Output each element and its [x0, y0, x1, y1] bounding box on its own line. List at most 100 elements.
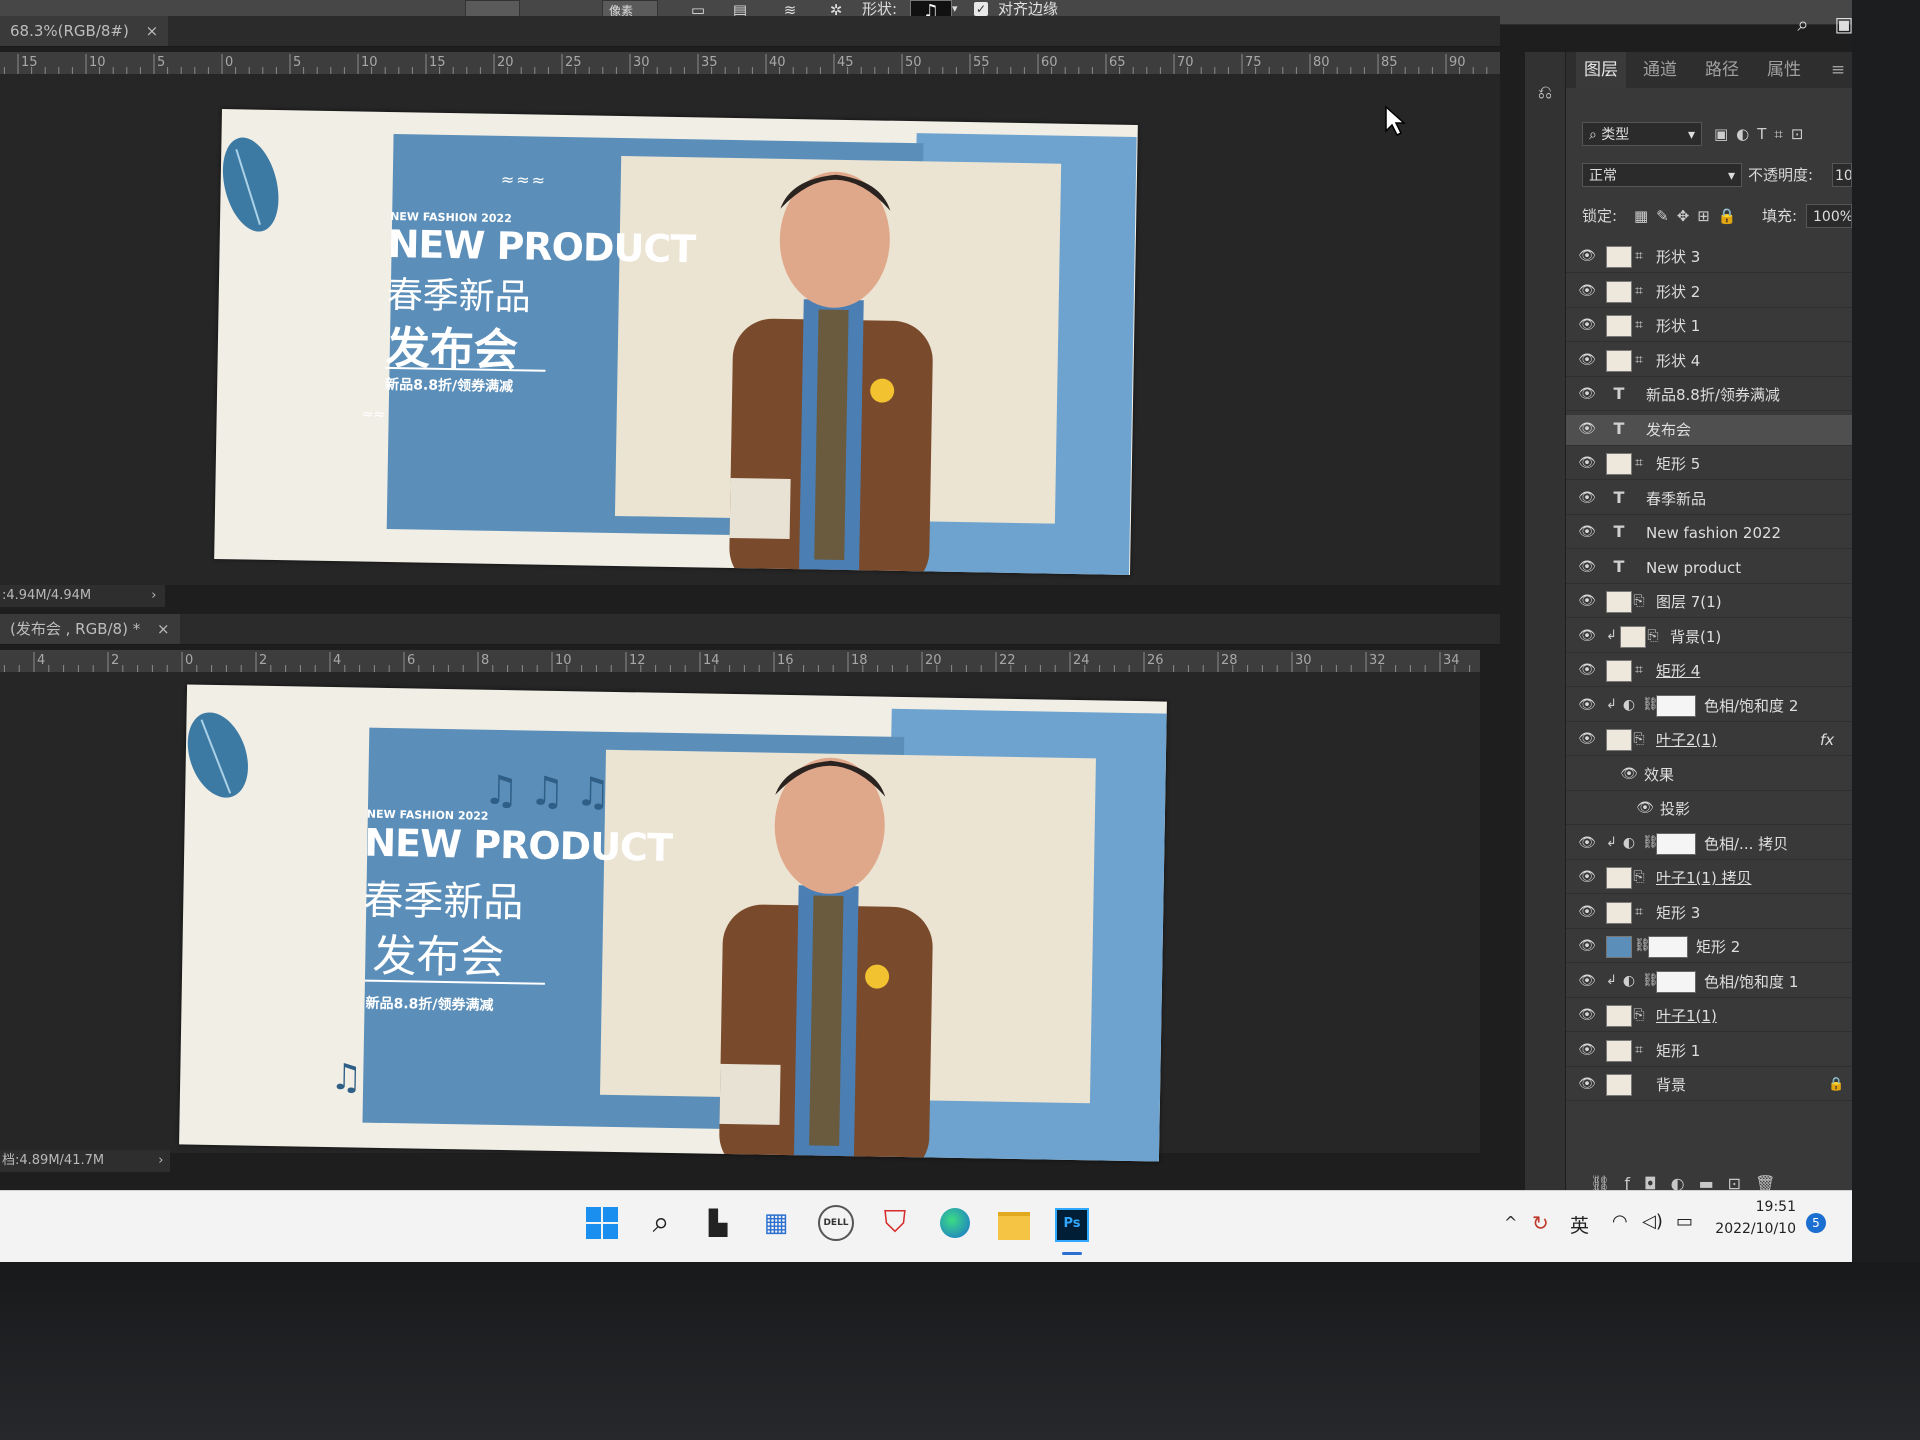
layer-row[interactable]: 👁 效果 [1566, 760, 1852, 791]
layer-row[interactable]: 👁 T 春季新品 [1566, 484, 1852, 515]
eye-icon[interactable]: 👁 [1578, 525, 1596, 539]
layer-row[interactable]: 👁 背景 🔒 [1566, 1070, 1852, 1101]
wifi-icon[interactable]: ◠ [1612, 1211, 1628, 1232]
filter-type-icons[interactable]: ▣◐T⌗⊡ [1714, 122, 1844, 146]
eye-icon[interactable]: 👁 [1578, 905, 1596, 919]
layer-row[interactable]: 👁 ⌗ 形状 4 [1566, 346, 1852, 377]
eye-icon[interactable]: 👁 [1636, 801, 1654, 815]
tab-paths[interactable]: 路径 [1694, 52, 1750, 88]
fx-icon[interactable]: fx [1820, 725, 1834, 755]
volume-icon[interactable]: ◁) [1642, 1211, 1663, 1232]
artwork-1[interactable]: ≈≈≈ ≈≈ NEW FASHION 2022 NEW PRODUCT 春季新品… [214, 109, 1138, 575]
eye-icon[interactable]: 👁 [1578, 732, 1596, 746]
document-tab-2[interactable]: (发布会 , RGB/8) * × [0, 614, 180, 644]
folder-icon[interactable] [994, 1203, 1034, 1243]
ime-indicator[interactable]: 英 [1570, 1211, 1589, 1238]
horizontal-ruler-2[interactable]: 4 2 0 2 4 6 8 10 12 14 16 18 20 22 24 26 28 30 32 34 [0, 650, 1480, 673]
layer-row[interactable]: 👁 ⌗ 矩形 3 [1566, 898, 1852, 929]
panel-menu-icon[interactable]: ≡ [1828, 52, 1848, 88]
eye-icon[interactable]: 👁 [1578, 698, 1596, 712]
workspace-icon[interactable]: ▣ [1834, 14, 1852, 34]
photoshop-icon[interactable]: Ps [1052, 1203, 1092, 1255]
blend-mode-dropdown[interactable]: 正常 ▾ [1582, 163, 1742, 187]
edge-icon[interactable] [935, 1203, 975, 1243]
search-icon[interactable]: ⌕ [641, 1203, 681, 1243]
eye-icon[interactable]: 👁 [1578, 629, 1596, 643]
clock-time[interactable]: 19:51 [1716, 1199, 1796, 1215]
history-icon[interactable]: ⎌ [1533, 82, 1557, 110]
close-icon[interactable]: × [146, 22, 159, 40]
eye-icon[interactable]: 👁 [1578, 1008, 1596, 1022]
layer-filter-dropdown[interactable]: ⌕ 类型 ▾ [1582, 122, 1702, 146]
notification-badge[interactable]: 5 [1806, 1213, 1826, 1233]
eye-icon[interactable]: 👁 [1578, 939, 1596, 953]
layer-row[interactable]: 👁 ⌗ 形状 2 [1566, 277, 1852, 308]
layer-row[interactable]: 👁 T New fashion 2022 [1566, 518, 1852, 549]
eye-icon[interactable]: 👁 [1578, 284, 1596, 298]
tab-layers[interactable]: 图层 [1576, 52, 1626, 88]
tab-properties[interactable]: 属性 [1756, 52, 1812, 88]
layer-row[interactable]: 👁 T New product [1566, 553, 1852, 584]
layer-row[interactable]: 👁 ⎘ 叶子1(1) [1566, 1001, 1852, 1032]
mcafee-icon[interactable]: ⛉ [875, 1203, 915, 1243]
clock-date[interactable]: 2022/10/10 [1700, 1221, 1796, 1237]
chevron-down-icon[interactable]: ▾ [952, 2, 958, 15]
eye-icon[interactable]: 👁 [1578, 1077, 1596, 1091]
eye-icon[interactable]: 👁 [1578, 387, 1596, 401]
eye-icon[interactable]: 👁 [1578, 663, 1596, 677]
layer-row[interactable]: 👁 ⛓ 矩形 2 [1566, 932, 1852, 963]
layer-row[interactable]: 👁 T 发布会 [1566, 414, 1852, 446]
opacity-field[interactable]: 100% [1832, 163, 1852, 187]
battery-icon[interactable]: ▭ [1676, 1211, 1693, 1232]
document-tab-1[interactable]: 68.3%(RGB/8#) × [0, 16, 169, 46]
eye-icon[interactable]: 👁 [1578, 249, 1596, 263]
layer-row[interactable]: 👁 ⎘ 图层 7(1) [1566, 587, 1852, 618]
fill-field[interactable]: 100% [1806, 204, 1852, 228]
eye-icon[interactable]: 👁 [1578, 491, 1596, 505]
layer-row[interactable]: 👁 ↲ ⎘ 背景(1) [1566, 622, 1852, 653]
eye-icon[interactable]: 👁 [1578, 870, 1596, 884]
eye-icon[interactable]: 👁 [1578, 353, 1596, 367]
eye-icon[interactable]: 👁 [1578, 422, 1596, 436]
chevron-up-icon[interactable]: ^ [1504, 1213, 1517, 1232]
chevron-right-icon[interactable]: › [158, 1153, 163, 1168]
artwork-2[interactable]: ♫♫♫ ♫ NEW FASHION 2022 NEW PRODUCT 春季新品 … [179, 684, 1167, 1162]
ruler-label: 85 [1381, 55, 1398, 70]
dell-icon[interactable]: DELL [816, 1203, 856, 1243]
eye-icon[interactable]: 👁 [1578, 836, 1596, 850]
eye-icon[interactable]: 👁 [1578, 560, 1596, 574]
layer-row[interactable]: 👁 ↲ ◐ ⛓ 色相/饱和度 1 [1566, 967, 1852, 998]
layer-row[interactable]: 👁 ↲ ◐ ⛓ 色相/... 拷贝 [1566, 829, 1852, 860]
windows-start-icon[interactable] [582, 1203, 622, 1243]
eye-icon[interactable]: 👁 [1578, 974, 1596, 988]
layer-row[interactable]: 👁 ⌗ 矩形 1 [1566, 1036, 1852, 1067]
canvas-area-2[interactable]: ♫♫♫ ♫ NEW FASHION 2022 NEW PRODUCT 春季新品 … [0, 673, 1480, 1162]
task-view-icon[interactable]: ▙ [698, 1203, 738, 1243]
fill-label: 填充: [1762, 207, 1798, 225]
tab-channels[interactable]: 通道 [1632, 52, 1688, 88]
layer-row[interactable]: 👁 ⎘ 叶子1(1) 拷贝 [1566, 863, 1852, 894]
ruler-label: 20 [497, 55, 514, 70]
search-icon[interactable]: ⌕ [1793, 14, 1813, 34]
eye-icon[interactable]: 👁 [1578, 594, 1596, 608]
eye-icon[interactable]: 👁 [1578, 1043, 1596, 1057]
layer-row[interactable]: 👁 ⌗ 形状 3 [1566, 242, 1852, 273]
layer-row[interactable]: 👁 ⌗ 矩形 4 [1566, 656, 1852, 687]
close-icon[interactable]: × [157, 620, 170, 638]
eye-icon[interactable]: 👁 [1620, 767, 1638, 781]
store-icon[interactable]: ▦ [756, 1203, 796, 1243]
layer-row[interactable]: 👁 T 新品8.8折/领券满减 [1566, 380, 1852, 411]
layer-row[interactable]: 👁 ⌗ 形状 1 [1566, 311, 1852, 342]
horizontal-ruler-1[interactable]: 15 10 5 0 5 10 15 20 25 30 35 40 45 50 55 60 65 70 75 80 85 9… [0, 52, 1500, 75]
eye-icon[interactable]: 👁 [1578, 456, 1596, 470]
chevron-right-icon[interactable]: › [151, 588, 156, 603]
lock-icons[interactable]: ▦✎✥⊞🔒 [1634, 204, 1754, 228]
canvas-area-1[interactable]: ≈≈≈ ≈≈ NEW FASHION 2022 NEW PRODUCT 春季新品… [0, 75, 1500, 585]
layer-row[interactable]: 👁 投影 [1566, 794, 1852, 825]
layer-row[interactable]: 👁 ↲ ◐ ⛓ 色相/饱和度 2 [1566, 691, 1852, 722]
sync-icon[interactable]: ↻ [1532, 1211, 1549, 1235]
align-edges-checkbox[interactable]: ✓ [974, 2, 988, 16]
layer-row[interactable]: 👁 ⌗ 矩形 5 [1566, 449, 1852, 480]
eye-icon[interactable]: 👁 [1578, 318, 1596, 332]
layer-row[interactable]: 👁 ⎘ 叶子2(1) fx [1566, 725, 1852, 756]
